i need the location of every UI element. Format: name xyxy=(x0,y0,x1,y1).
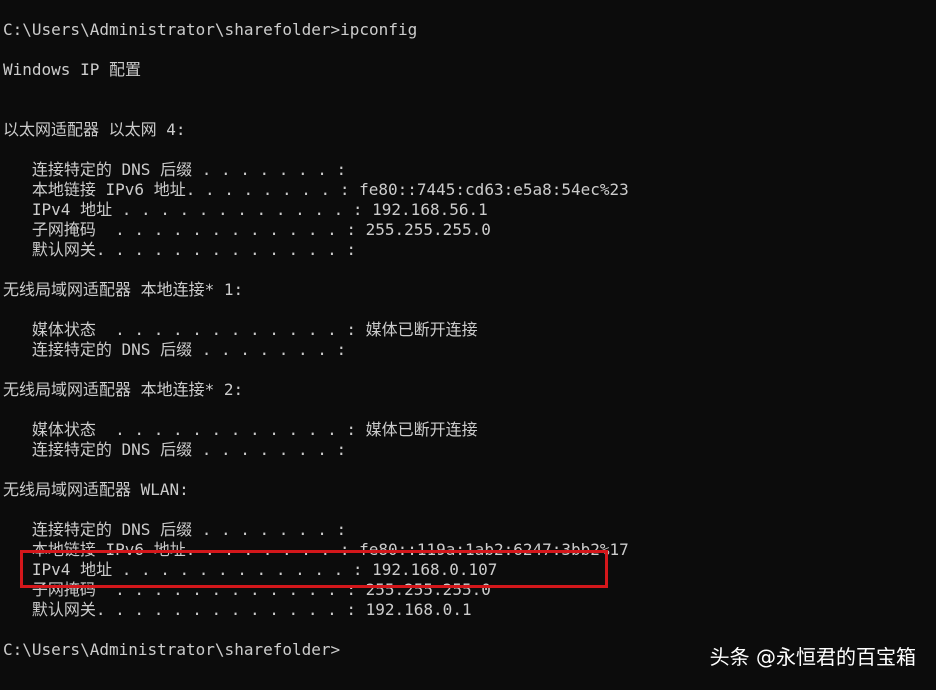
console-line: IPv4 地址 . . . . . . . . . . . . : 192.16… xyxy=(3,560,498,579)
console-line: 本地链接 IPv6 地址. . . . . . . . : fe80::119a… xyxy=(3,540,629,559)
console-line: Windows IP 配置 xyxy=(3,60,141,79)
console-line: 媒体状态 . . . . . . . . . . . . : 媒体已断开连接 xyxy=(3,320,478,339)
console-line: IPv4 地址 . . . . . . . . . . . . : 192.16… xyxy=(3,200,488,219)
console-line: C:\Users\Administrator\sharefolder>ipcon… xyxy=(3,20,418,39)
console-prompt[interactable]: C:\Users\Administrator\sharefolder> xyxy=(3,640,340,660)
console-line: 无线局域网适配器 本地连接* 2: xyxy=(3,380,244,399)
console-line: 连接特定的 DNS 后缀 . . . . . . . : xyxy=(3,160,347,179)
console-line: 以太网适配器 以太网 4: xyxy=(3,120,186,139)
watermark: 头条 @永恒君的百宝箱 xyxy=(709,645,916,669)
console-line: 默认网关. . . . . . . . . . . . . : 192.168.… xyxy=(3,600,472,619)
console-line: 连接特定的 DNS 后缀 . . . . . . . : xyxy=(3,520,347,539)
console-line: 本地链接 IPv6 地址. . . . . . . . : fe80::7445… xyxy=(3,180,629,199)
console-window[interactable]: C:\Users\Administrator\sharefolder>ipcon… xyxy=(0,0,936,690)
console-line: 子网掩码 . . . . . . . . . . . . : 255.255.2… xyxy=(3,220,491,239)
console-line: 连接特定的 DNS 后缀 . . . . . . . : xyxy=(3,340,347,359)
console-line: 子网掩码 . . . . . . . . . . . . : 255.255.2… xyxy=(3,580,491,599)
console-line: 无线局域网适配器 本地连接* 1: xyxy=(3,280,244,299)
console-line: 默认网关. . . . . . . . . . . . . : xyxy=(3,240,356,259)
console-line: 连接特定的 DNS 后缀 . . . . . . . : xyxy=(3,440,347,459)
console-line: 媒体状态 . . . . . . . . . . . . : 媒体已断开连接 xyxy=(3,420,478,439)
console-line: 无线局域网适配器 WLAN: xyxy=(3,480,189,499)
